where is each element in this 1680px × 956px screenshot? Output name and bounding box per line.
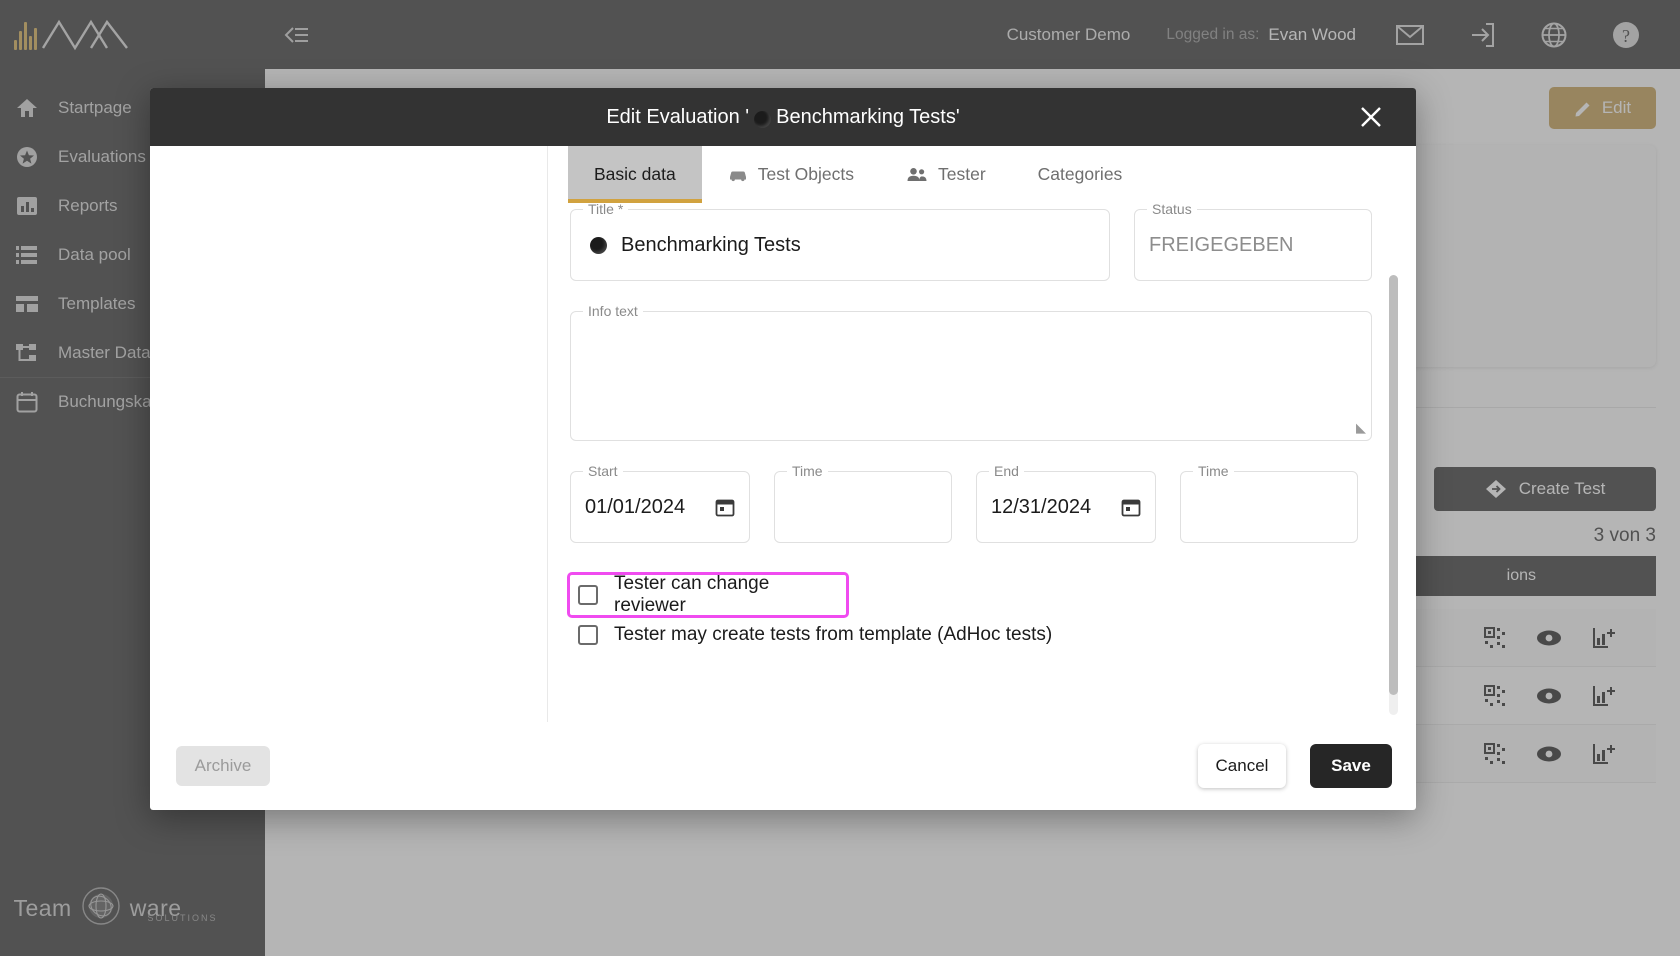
checkbox-label: Tester may create tests from template (A… [614,624,1053,645]
title-status-row: Title * Benchmarking Tests Status FREIGE… [570,203,1372,281]
end-time-value [1195,472,1343,542]
dialog-title: Edit Evaluation ' Benchmarking Tests ' [606,105,960,129]
checkbox-box-icon[interactable] [578,625,598,645]
calendar-icon[interactable] [1121,497,1141,517]
dialog-tabs: Basic data Test Objects Tester Categorie… [548,146,1416,203]
tab-label: Test Objects [757,164,855,184]
dialog-header: Edit Evaluation ' Benchmarking Tests ' [150,88,1416,146]
close-icon[interactable] [1348,88,1394,146]
start-date-label: Start [583,463,623,479]
form-scrollbar-thumb[interactable] [1389,275,1398,695]
title-field[interactable]: Title * Benchmarking Tests [570,203,1110,281]
tab-tester[interactable]: Tester [880,146,1012,203]
dialog-body: Basic data Test Objects Tester Categorie… [150,146,1416,722]
end-date-value-wrap: 12/31/2024 [991,472,1141,542]
people-icon [906,167,928,182]
info-text-field-value [585,312,1357,440]
tab-basic-data[interactable]: Basic data [568,146,702,203]
start-time-field[interactable]: Time [774,463,952,543]
calendar-icon[interactable] [715,497,735,517]
cancel-button-label: Cancel [1215,756,1269,775]
resize-handle-icon[interactable]: ◢ [1356,420,1366,436]
dialog-left-pane [150,146,548,722]
start-time-label: Time [787,463,828,479]
dialog-title-suffix: ' [955,105,960,128]
start-date-value-wrap: 01/01/2024 [585,472,735,542]
end-time-field[interactable]: Time [1180,463,1358,543]
checkbox-group: Tester can change reviewer Tester may cr… [567,572,1372,655]
title-field-value-wrap: Benchmarking Tests [585,210,1095,280]
form-scrollbar[interactable] [1389,275,1398,715]
end-date-field[interactable]: End 12/31/2024 [976,463,1156,543]
status-field-label: Status [1147,203,1197,217]
info-text-field[interactable]: Info text ◢ [570,303,1372,441]
tab-categories[interactable]: Categories [1012,146,1149,203]
save-button[interactable]: Save [1310,744,1392,788]
tab-label: Tester [938,164,986,184]
end-date-value: 12/31/2024 [991,495,1092,518]
edit-evaluation-dialog: Edit Evaluation ' Benchmarking Tests ' B… [150,88,1416,810]
tab-label: Categories [1037,164,1123,184]
start-date-field[interactable]: Start 01/01/2024 [570,463,750,543]
dialog-footer-actions: Cancel Save [1198,744,1392,788]
info-text-field-label: Info text [583,303,643,319]
end-date-label: End [989,463,1024,479]
checkbox-tester-can-change-reviewer[interactable]: Tester can change reviewer [567,572,849,618]
dialog-title-name: Benchmarking Tests [776,105,956,128]
save-button-label: Save [1331,756,1371,775]
status-field-value: FREIGEGEBEN [1149,233,1294,256]
checkbox-box-icon[interactable] [578,585,598,605]
archive-button-label: Archive [194,756,252,775]
tab-label: Basic data [594,164,676,184]
title-field-value: Benchmarking Tests [621,233,801,256]
title-field-label: Title * [583,203,629,217]
end-time-label: Time [1193,463,1234,479]
app-root: Customer Demo Logged in as: Evan Wood [0,0,1680,956]
start-date-value: 01/01/2024 [585,495,686,518]
dialog-right-pane: Basic data Test Objects Tester Categorie… [548,146,1416,722]
evaluation-color-dot-icon [754,110,772,128]
car-icon [728,168,748,182]
date-row: Start 01/01/2024 Time End 12/31/2024 Tim… [570,463,1372,543]
dialog-title-prefix: Edit Evaluation ' [606,105,750,128]
tab-test-objects[interactable]: Test Objects [702,146,880,203]
dialog-form: Title * Benchmarking Tests Status FREIGE… [548,203,1416,722]
evaluation-color-dot-icon [590,236,607,254]
checkbox-tester-may-create-tests[interactable]: Tester may create tests from template (A… [570,615,1372,655]
cancel-button[interactable]: Cancel [1198,744,1286,788]
archive-button[interactable]: Archive [176,746,270,786]
status-field: Status FREIGEGEBEN [1134,203,1372,281]
checkbox-label: Tester can change reviewer [614,573,770,616]
start-time-value [789,472,937,542]
dialog-footer: Archive Cancel Save [150,722,1416,810]
